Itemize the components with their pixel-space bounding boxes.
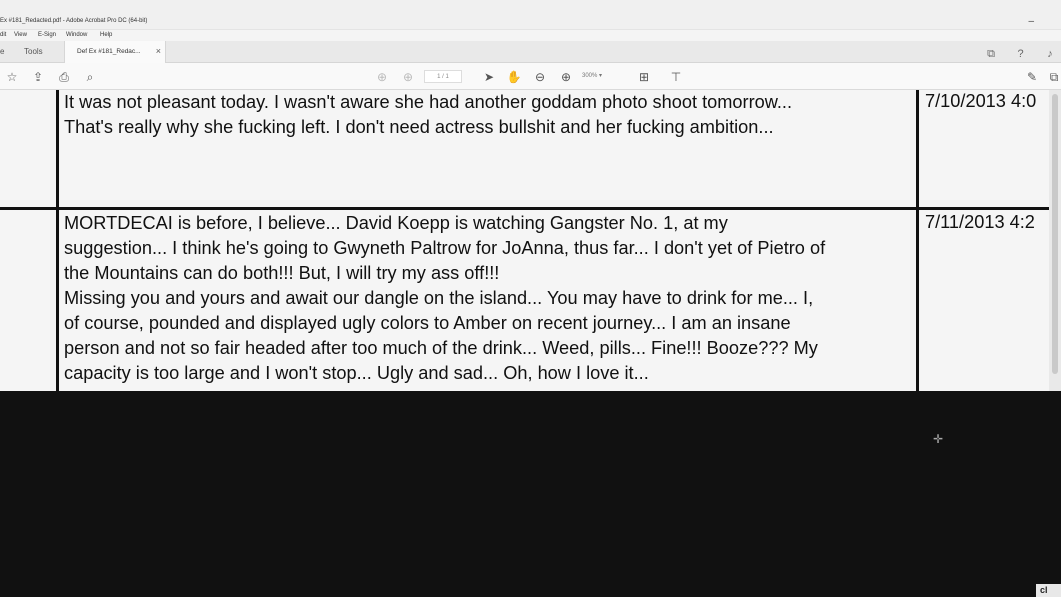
table-border-left [56,90,59,391]
fit-page-icon[interactable]: ⊞ [636,69,652,85]
menu-help[interactable]: Help [100,32,112,38]
tabbar-right-icons: ⧉ ? ♪ [973,44,1057,62]
select-arrow-icon[interactable]: ➤ [481,69,497,85]
dark-overlay-area [0,391,1061,597]
table-border-middle [916,90,919,391]
vertical-scrollbar[interactable] [1049,90,1061,391]
menu-esign[interactable]: E-Sign [38,32,56,38]
tab-home[interactable]: e [0,47,4,56]
star-icon[interactable]: ☆ [4,69,20,85]
menu-window[interactable]: Window [66,32,87,38]
hand-icon[interactable]: ✋ [506,69,522,85]
share-screen-icon[interactable]: ⧉ [984,47,998,61]
print-icon[interactable]: ⎙ [56,69,72,85]
close-tab-icon[interactable]: × [156,46,161,56]
page-number-field[interactable]: 1 / 1 [424,70,462,83]
zoom-level-value: 300% [582,73,598,79]
tab-document[interactable]: Def Ex #181_Redac... × [64,41,166,63]
table-row-divider [0,207,1049,210]
upload-icon[interactable]: ⇪ [30,69,46,85]
page-down-icon[interactable]: ⊕ [400,69,416,85]
search-icon[interactable]: ⌕ [82,69,98,85]
corner-badge: cl [1036,584,1061,597]
tab-tools[interactable]: Tools [24,47,43,56]
crosshair-cursor-icon: ✛ [933,432,944,446]
toolbar: ☆ ⇪ ⎙ ⌕ ⊕ ⊕ 1 / 1 ➤ ✋ ⊖ ⊕ 300% ▾ ⊞ ⊤ ✎ ⧉ [0,63,1061,90]
page-up-icon[interactable]: ⊕ [374,69,390,85]
title-bar: Ex #181_Redacted.pdf - Adobe Acrobat Pro… [0,0,1061,30]
date-cell-2: 7/11/2013 4:2 [925,212,1035,232]
share-icon[interactable]: ⧉ [1046,69,1061,85]
message-cell-2: MORTDECAI is before, I believe... David … [64,213,826,383]
zoom-out-icon[interactable]: ⊖ [532,69,548,85]
document-view[interactable]: It was not pleasant today. I wasn't awar… [0,90,1049,391]
menu-view[interactable]: View [14,32,27,38]
scroll-mode-icon[interactable]: ⊤ [668,69,684,85]
window-title: Ex #181_Redacted.pdf - Adobe Acrobat Pro… [0,18,148,24]
menu-bar: dit View E-Sign Window Help [0,30,1061,41]
date-cell-1: 7/10/2013 4:0 [925,91,1037,111]
tab-document-label: Def Ex #181_Redac... [77,48,141,55]
zoom-in-icon[interactable]: ⊕ [558,69,574,85]
help-icon[interactable]: ? [1014,47,1028,61]
tab-bar: e Tools Def Ex #181_Redac... × ⧉ ? ♪ [0,41,1061,63]
bell-icon[interactable]: ♪ [1043,47,1057,61]
scrollbar-thumb[interactable] [1052,94,1058,374]
minimize-button[interactable]: – [1028,16,1034,27]
zoom-level-select[interactable]: 300% ▾ [582,70,622,83]
sign-icon[interactable]: ✎ [1024,69,1040,85]
message-cell-1: It was not pleasant today. I wasn't awar… [64,92,793,137]
menu-edit[interactable]: dit [0,32,6,38]
